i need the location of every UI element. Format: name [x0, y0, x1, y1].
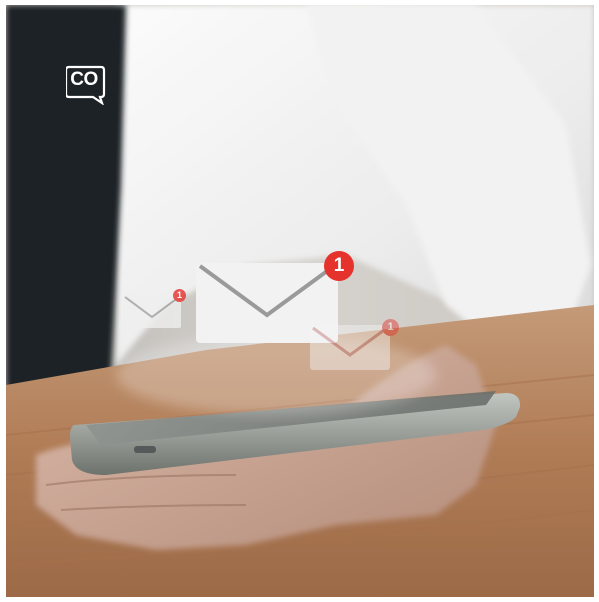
envelope-small-right: 1: [310, 319, 399, 370]
brand-logo: CO: [66, 65, 106, 105]
logo-text: CO: [70, 69, 98, 90]
envelope-icon: [123, 295, 181, 328]
photo-frame: CO 1 1 1: [6, 5, 594, 597]
smartphone-side-button: [134, 446, 156, 453]
notification-badge-small-right: 1: [382, 319, 399, 336]
envelope-small-left: 1: [123, 289, 186, 328]
notification-badge-small-left: 1: [173, 289, 186, 302]
envelope-icon: [310, 325, 390, 370]
tie: [6, 5, 126, 395]
notification-badge-large: 1: [324, 251, 354, 281]
